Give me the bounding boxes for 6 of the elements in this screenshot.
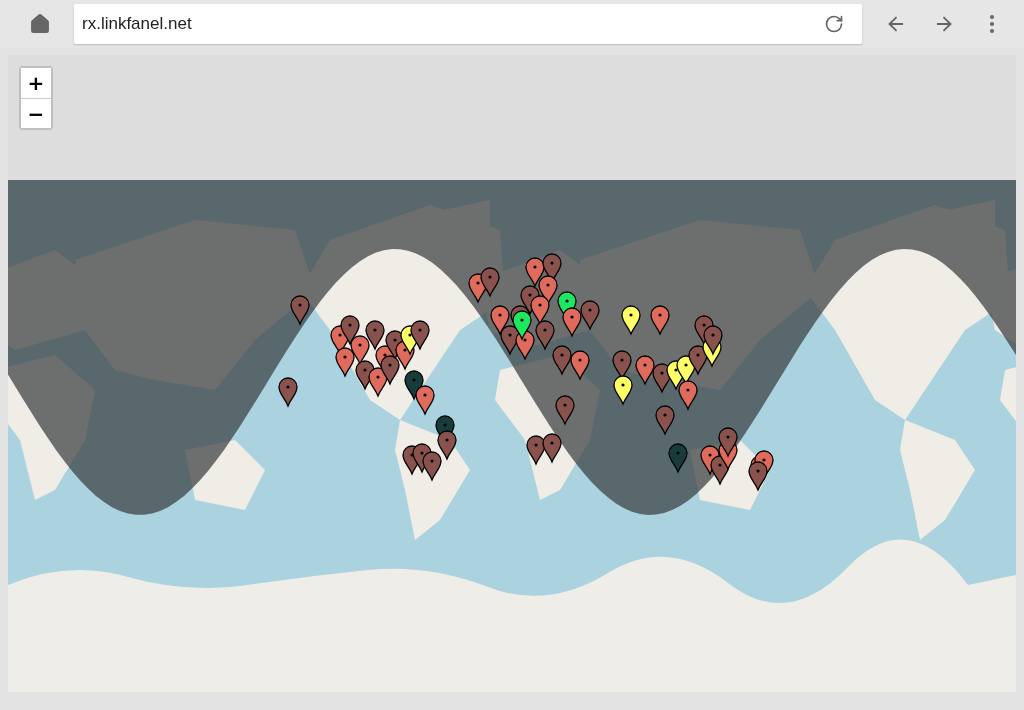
reload-icon [824,14,844,34]
address-bar[interactable]: rx.linkfanel.net [74,4,862,44]
menu-icon [990,15,994,33]
url-text: rx.linkfanel.net [82,14,193,34]
home-icon [29,13,51,35]
zoom-out-button[interactable]: − [21,98,51,128]
